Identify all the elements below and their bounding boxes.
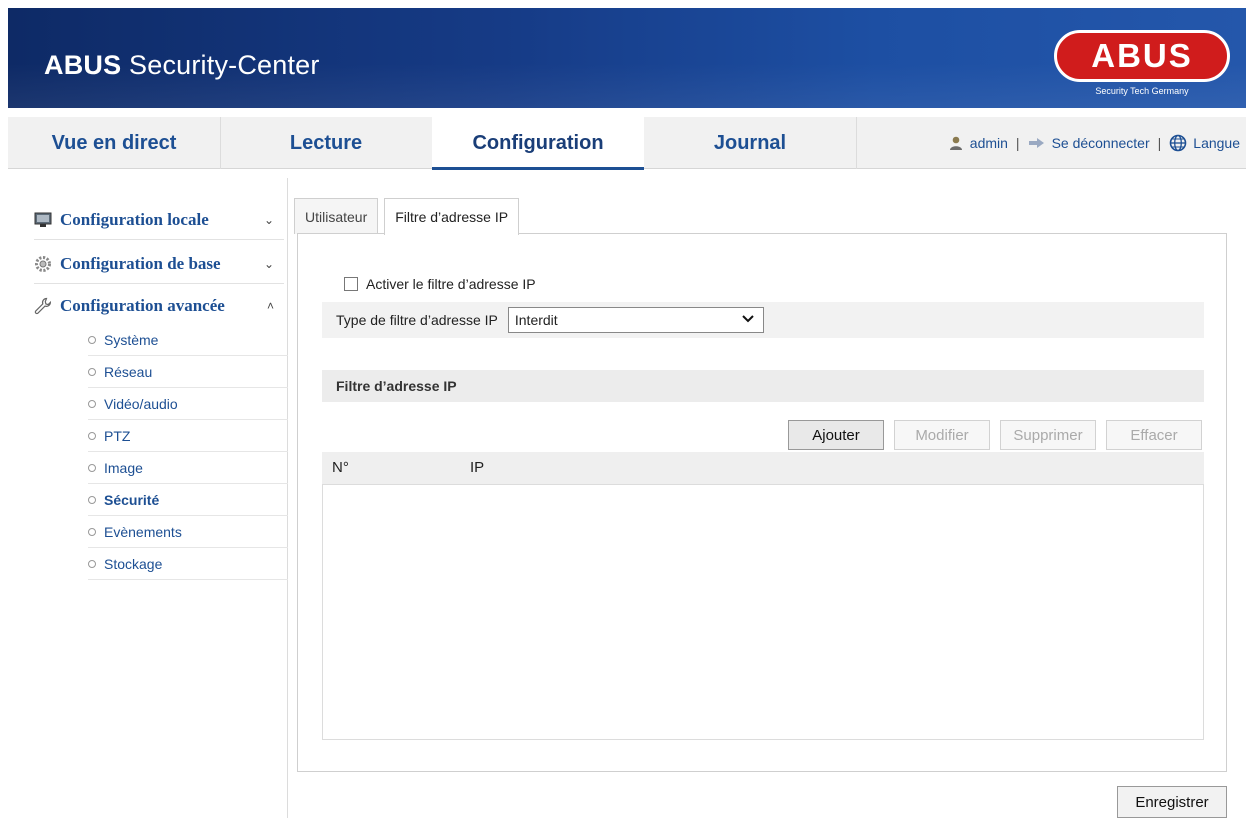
bullet-icon [88,335,96,344]
language-label: Langue [1193,135,1240,151]
filter-type-label: Type de filtre d’adresse IP [336,312,498,328]
bullet-icon [88,463,96,472]
column-header-ip: IP [470,459,485,476]
globe-icon [1169,134,1187,152]
sidebar-item-ptz[interactable]: PTZ [88,420,288,452]
ip-table-body[interactable] [322,484,1204,740]
sidebar-item-label: Réseau [104,363,153,380]
sidebar-item-image[interactable]: Image [88,452,288,484]
filter-type-row: Type de filtre d’adresse IP Interdit [322,302,1204,338]
tab-ip-filter[interactable]: Filtre d’adresse IP [384,198,520,235]
app-header: ABUS Security-Center ABUS Security Tech … [8,8,1246,108]
column-header-number: N° [332,459,349,476]
gear-icon [35,255,51,272]
sidebar-item-label: Image [104,459,143,476]
app-title: ABUS Security-Center [44,50,320,80]
wrench-icon [34,297,52,315]
chevron-up-icon: ˄ [266,299,274,313]
sidebar-item-label: Système [104,331,159,348]
filter-type-value: Interdit [514,312,558,328]
user-separator: | [1157,135,1162,151]
logo-oval: ABUS [1054,30,1230,82]
enable-filter-checkbox[interactable] [344,277,358,291]
user-bar: admin | Se déconnecter | Langue [948,117,1240,169]
sidebar-section-local-config[interactable]: Configuration locale ⌄ [34,200,284,240]
top-navigation: Vue en direct Lecture Configuration Jour… [8,117,1246,170]
save-button[interactable]: Enregistrer [1117,786,1227,818]
logout-label: Se déconnecter [1051,135,1150,151]
abus-logo: ABUS Security Tech Germany [1054,30,1230,100]
sidebar-item-systeme[interactable]: Système [88,324,288,356]
user-menu[interactable]: admin [948,135,1008,151]
ip-filter-section-title: Filtre d’adresse IP [322,370,1204,402]
sidebar-section-advanced-config[interactable]: Configuration avancée ˄ [34,286,284,326]
bullet-icon [88,495,96,504]
enable-filter-label: Activer le filtre d’adresse IP [366,276,536,292]
sidebar-item-stockage[interactable]: Stockage [88,548,288,580]
language-menu[interactable]: Langue [1169,134,1240,152]
filter-type-select[interactable]: Interdit [507,307,764,333]
sidebar-section-basic-config[interactable]: Configuration de base ⌄ [34,244,284,284]
sidebar: Configuration locale ⌄ Configuration de … [8,178,288,818]
ip-table-header: N° IP [322,452,1204,484]
tab-live-view[interactable]: Vue en direct [8,117,220,169]
user-separator: | [1015,135,1020,151]
delete-button[interactable]: Supprimer [1000,420,1096,450]
sidebar-item-reseau[interactable]: Réseau [88,356,288,388]
tab-journal[interactable]: Journal [644,117,856,169]
chevron-down-icon [741,310,755,332]
bullet-icon [88,431,96,440]
bullet-icon [88,367,96,376]
user-icon [949,136,962,150]
table-toolbar: Ajouter Modifier Supprimer Effacer [788,420,1202,450]
chevron-down-icon: ⌄ [263,256,274,271]
sidebar-section-label: Configuration de base [60,253,221,273]
sidebar-section-label: Configuration avancée [60,296,225,315]
sidebar-item-video-audio[interactable]: Vidéo/audio [88,388,288,420]
sidebar-item-label: PTZ [104,427,131,444]
enable-filter-row: Activer le filtre d’adresse IP [344,276,536,292]
add-button[interactable]: Ajouter [788,420,884,450]
modify-button[interactable]: Modifier [894,420,990,450]
logout-link[interactable]: Se déconnecter [1028,135,1150,151]
tab-utilisateur[interactable]: Utilisateur [294,198,379,234]
chevron-down-icon: ⌄ [263,212,274,227]
username: admin [969,135,1008,151]
clear-button[interactable]: Effacer [1106,420,1202,450]
sidebar-item-label: Vidéo/audio [104,395,178,412]
nav-separator [856,117,857,169]
sidebar-item-label: Evènements [104,523,182,540]
logo-tagline: Security Tech Germany [1095,86,1189,96]
sidebar-item-label: Stockage [104,555,163,572]
sidebar-item-evenements[interactable]: Evènements [88,516,288,548]
sidebar-item-label: Sécurité [104,491,160,508]
bullet-icon [88,399,96,408]
ip-filter-panel: Activer le filtre d’adresse IP Type de f… [297,233,1227,772]
content-tabs: Utilisateur Filtre d’adresse IP [294,198,525,235]
logout-icon [1028,138,1044,148]
tab-playback[interactable]: Lecture [220,117,432,169]
bullet-icon [88,559,96,568]
tab-configuration[interactable]: Configuration [432,117,644,170]
monitor-icon [34,212,52,227]
sidebar-section-label: Configuration locale [60,209,209,229]
bullet-icon [88,527,96,536]
sidebar-item-securite[interactable]: Sécurité [88,484,288,516]
